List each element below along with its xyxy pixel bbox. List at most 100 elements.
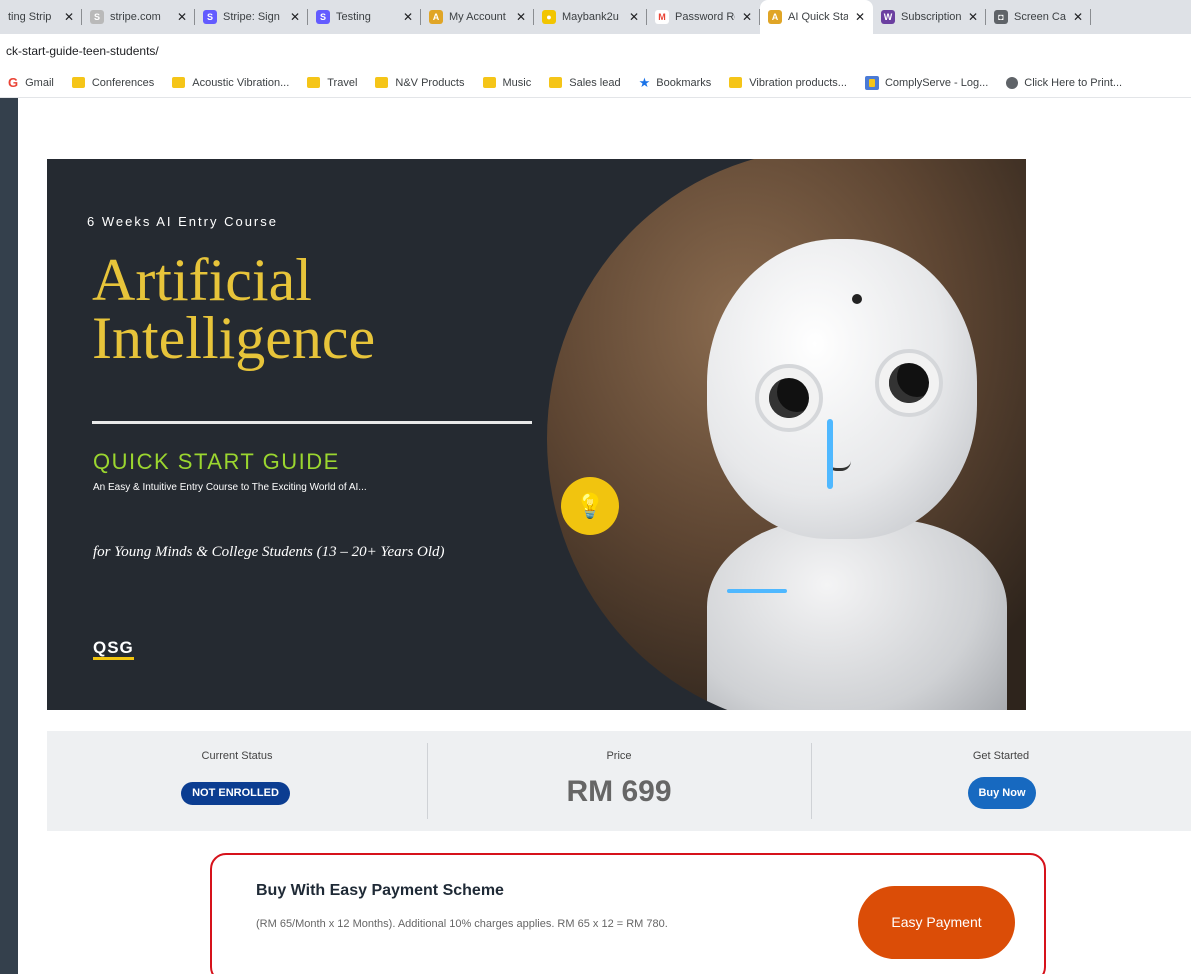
complyserve-icon	[864, 75, 879, 90]
tab-title: ting Strip	[8, 11, 52, 23]
camera-icon: ◘	[994, 10, 1008, 24]
ai-icon: A	[768, 10, 782, 24]
robot-photo	[547, 159, 1026, 710]
s-icon: S	[90, 10, 104, 24]
browser-tab[interactable]: ting Strip ✕	[0, 0, 82, 34]
robot-right-eye	[875, 349, 943, 417]
browser-tab[interactable]: ● Maybank2u ✕	[534, 0, 647, 34]
close-icon[interactable]: ✕	[64, 10, 74, 24]
tab-title: stripe.com	[110, 11, 161, 23]
tab-title: Password Re	[675, 11, 735, 23]
url-text[interactable]: ck-start-guide-teen-students/	[6, 44, 159, 58]
banner-subtitle: QUICK START GUIDE	[93, 449, 340, 474]
folder-icon	[375, 77, 389, 88]
bookmark-label: Acoustic Vibration...	[192, 76, 290, 89]
close-icon[interactable]: ✕	[629, 10, 639, 24]
course-status-bar: Current Status NOT ENROLLED Price RM 699…	[47, 731, 1191, 831]
bookmark-label: Sales lead	[569, 76, 621, 89]
window-edge	[0, 0, 18, 974]
bookmark-label: Gmail	[25, 76, 54, 89]
tab-title: Subscription	[901, 11, 961, 23]
globe-icon	[1006, 76, 1019, 89]
browser-tab[interactable]: A My Account ✕	[421, 0, 534, 34]
tab-title: Testing	[336, 11, 371, 23]
banner-title-line1: Artificial	[92, 247, 312, 313]
bookmark-item[interactable]: ComplyServe - Log...	[864, 75, 989, 90]
bookmark-label: Bookmarks	[656, 76, 712, 89]
bookmark-item[interactable]: Click Here to Print...	[1006, 76, 1123, 89]
lightbulb-icon: 💡	[561, 477, 619, 535]
get-started-label: Get Started	[972, 750, 1030, 762]
folder-icon	[172, 77, 186, 88]
close-icon[interactable]: ✕	[290, 10, 300, 24]
folder-icon	[482, 77, 496, 88]
bookmark-item[interactable]: Acoustic Vibration...	[172, 77, 289, 89]
bookmark-item[interactable]: Vibration products...	[729, 77, 847, 89]
browser-tab[interactable]: S Stripe: Sign ✕	[195, 0, 308, 34]
bookmark-label: Travel	[327, 76, 358, 89]
easy-payment-button[interactable]: Easy Payment	[858, 886, 1015, 959]
price-label: Price	[606, 750, 632, 762]
course-banner: 💡 6 Weeks AI Entry Course Artificial Int…	[47, 159, 1026, 710]
bookmark-item[interactable]: Sales lead	[549, 76, 621, 89]
tab-separator	[1090, 9, 1091, 25]
tab-title: Screen Capt	[1014, 11, 1066, 23]
robot-light-strip	[827, 419, 833, 489]
browser-tab[interactable]: S Testing ✕	[308, 0, 421, 34]
folder-icon	[549, 77, 563, 88]
bookmark-label: N&V Products	[395, 76, 465, 89]
robot-body-shape	[707, 519, 1007, 710]
tab-title: My Account	[449, 11, 506, 23]
payment-description: (RM 65/Month x 12 Months). Additional 10…	[256, 918, 668, 930]
bookmark-label: Music	[502, 76, 532, 89]
close-icon[interactable]: ✕	[1073, 10, 1083, 24]
price-value: RM 699	[566, 775, 672, 808]
close-icon[interactable]: ✕	[177, 10, 187, 24]
bookmark-label: Click Here to Print...	[1024, 76, 1123, 89]
browser-tab-bar: ting Strip ✕ Sstripe.com ✕ S Stripe: Sign ✕ S Te…	[0, 0, 1191, 34]
banner-divider	[92, 421, 532, 424]
close-icon[interactable]: ✕	[403, 10, 413, 24]
robot-head-shape	[707, 239, 977, 539]
bookmark-item[interactable]: Travel	[307, 77, 357, 89]
bookmark-label: Conferences	[91, 76, 155, 89]
close-icon[interactable]: ✕	[742, 10, 752, 24]
maybank-icon: ●	[542, 10, 556, 24]
bookmark-item[interactable]: Music	[482, 76, 532, 89]
price-column: Price RM 699	[427, 731, 811, 831]
browser-tab[interactable]: A AI Quick Sta ✕	[760, 0, 873, 34]
get-started-column: Get Started Buy Now	[811, 731, 1191, 831]
bookmark-item[interactable]: ★ Bookmarks	[639, 75, 712, 91]
bookmarks-bar: G Gmail Conferences Acoustic Vibration... Tr…	[0, 68, 1191, 98]
close-icon[interactable]: ✕	[968, 10, 978, 24]
close-icon[interactable]: ✕	[516, 10, 526, 24]
tab-title: Stripe: Sign	[223, 11, 280, 23]
s-icon: S	[203, 10, 217, 24]
qsg-logo: QSG	[93, 639, 134, 660]
tab-title: Maybank2u	[562, 11, 619, 23]
folder-icon	[729, 77, 743, 88]
tab-title: AI Quick Sta	[788, 11, 848, 23]
folder-icon	[307, 77, 321, 88]
status-badge: NOT ENROLLED	[181, 782, 290, 805]
bookmark-item[interactable]: N&V Products	[375, 76, 465, 89]
bookmark-item[interactable]: Conferences	[71, 76, 155, 89]
browser-tab[interactable]: Sstripe.com ✕	[82, 0, 195, 34]
bookmark-label: Vibration products...	[749, 76, 847, 89]
address-bar[interactable]: ck-start-guide-teen-students/	[0, 34, 1191, 68]
close-icon[interactable]: ✕	[855, 10, 865, 24]
google-icon: G	[8, 75, 19, 90]
current-status-label: Current Status	[201, 750, 273, 762]
browser-tab[interactable]: W Subscription ✕	[873, 0, 986, 34]
bookmark-label: ComplyServe - Log...	[884, 76, 989, 89]
s-icon: S	[316, 10, 330, 24]
payment-title: Buy With Easy Payment Scheme	[256, 882, 504, 899]
banner-kicker: 6 Weeks AI Entry Course	[87, 214, 278, 229]
robot-left-eye	[755, 364, 823, 432]
current-status-column: Current Status NOT ENROLLED	[47, 731, 427, 831]
browser-tab[interactable]: ◘ Screen Capt ✕	[986, 0, 1091, 34]
browser-tab[interactable]: M Password Re ✕	[647, 0, 760, 34]
bookmark-item[interactable]: G Gmail	[8, 75, 54, 90]
easy-payment-box: Buy With Easy Payment Scheme (RM 65/Mont…	[210, 853, 1046, 974]
buy-now-button[interactable]: Buy Now	[968, 777, 1036, 809]
